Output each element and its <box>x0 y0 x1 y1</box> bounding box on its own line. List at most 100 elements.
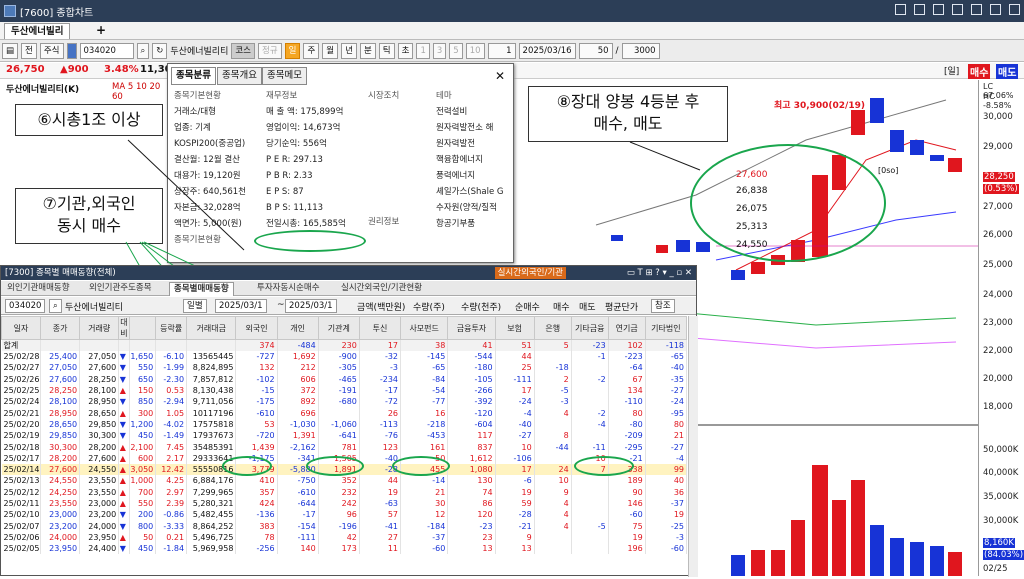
table-row[interactable]: 25/02/05 23,950 24,400 ▼ 450 -1.84 5,969,958 -2… <box>1 543 688 555</box>
table-cell: 75 <box>608 520 646 532</box>
opt-amount[interactable]: 금액(백만원) <box>357 300 405 313</box>
column-header[interactable]: 개인 <box>276 316 319 340</box>
opt-sell[interactable]: 매도 <box>579 300 596 313</box>
table-row[interactable]: 25/02/27 27,050 27,600 ▼ 550 -1.99 8,824,895 13… <box>1 362 688 374</box>
table-row[interactable]: 25/02/12 24,250 23,550 ▲ 700 2.97 7,299,965 357… <box>1 486 688 498</box>
realtime-button[interactable]: 실시간외국인/기관 <box>494 267 566 279</box>
table-cell: -610 <box>235 407 278 419</box>
table-row[interactable]: 25/02/06 24,000 23,950 ▲ 50 0.21 5,496,725 78 -1… <box>1 531 688 544</box>
table-cell: 26 <box>359 407 402 419</box>
avg-price[interactable]: 평균단가 <box>605 300 638 313</box>
table-cell: 25/02/25 <box>1 384 42 397</box>
table-cell: -3 <box>645 531 688 544</box>
column-header[interactable]: 거래량 <box>79 316 120 340</box>
column-header[interactable] <box>128 316 157 340</box>
table-cell: 9,711,056 <box>186 396 237 408</box>
table-row[interactable]: 25/02/07 23,200 24,000 ▼ 800 -3.33 8,864,252 38… <box>1 520 688 532</box>
opt-qty-k[interactable]: 수량(천주) <box>461 300 501 313</box>
start-date[interactable]: 2025/03/1 <box>215 299 267 313</box>
table-cell: -641 <box>318 430 360 442</box>
table-cell: -610 <box>277 486 319 498</box>
table-cell: 23,950 <box>79 531 120 544</box>
table-cell: 6,884,176 <box>186 475 237 487</box>
table-cell: 5,482,455 <box>186 509 237 521</box>
column-header[interactable]: 기타법인 <box>644 316 688 340</box>
table-row[interactable]: 25/02/20 28,650 29,850 ▼ 1,200 -4.02 17575818 5… <box>1 418 688 431</box>
column-header[interactable]: 대비 <box>118 316 130 340</box>
table-row[interactable]: 25/02/26 27,600 28,250 ▼ 650 -2.30 7,857,812 -1… <box>1 373 688 385</box>
column-header[interactable]: 기타금융 <box>570 316 609 340</box>
table-cell: 23,550 <box>40 497 81 510</box>
ref-button[interactable]: 참조 <box>651 299 675 313</box>
tab-leading-stocks[interactable]: 외인기관주도종목 <box>85 282 156 296</box>
table-cell: -465 <box>318 373 360 385</box>
table-row[interactable]: 25/02/25 28,250 28,100 ▲ 150 0.53 8,130,438 -15… <box>1 384 688 397</box>
table-row[interactable]: 합계 374 -484 230 17 38 41 51 5 -23 102 -118 <box>1 339 688 351</box>
opt-buy[interactable]: 매수 <box>553 300 570 313</box>
table-cell: 27,600 <box>40 463 81 476</box>
column-header[interactable]: 종가 <box>40 316 81 340</box>
tab-investor[interactable]: 투자자동시순매수 <box>253 282 324 296</box>
column-header[interactable]: 연기금 <box>607 316 646 340</box>
table-cell: -84 <box>400 373 449 385</box>
column-header[interactable]: 금융투자 <box>447 316 496 340</box>
opt-net[interactable]: 순매수 <box>515 300 540 313</box>
table-cell: 23,550 <box>79 475 120 487</box>
opt-qty[interactable]: 수량(주) <box>413 300 445 313</box>
table-cell: 17 <box>359 339 402 351</box>
table-row[interactable]: 25/02/19 29,850 30,300 ▼ 450 -1.49 17937673 -72… <box>1 430 688 442</box>
search-icon[interactable]: ⌕ <box>49 299 62 313</box>
table-cell: 35485391 <box>186 441 237 453</box>
table-cell: -644 <box>277 497 319 510</box>
table-row[interactable]: 25/02/28 25,400 27,050 ▼ 1,650 -6.10 13565445-… <box>1 351 688 363</box>
column-header[interactable]: 외국인 <box>235 316 278 340</box>
column-header[interactable]: 일자 <box>0 316 42 340</box>
table-cell: -2 <box>571 373 609 385</box>
tab-foreign-inst[interactable]: 외인기관매매동향 <box>3 282 74 296</box>
table-cell: -41 <box>359 520 402 532</box>
table-row[interactable]: 25/02/21 28,950 28,650 ▲ 300 1.05 10117196 -610… <box>1 407 688 419</box>
table-cell: 44 <box>359 475 402 487</box>
table-row[interactable]: 25/02/18 30,300 28,200 ▲ 2,100 7.45 35485391 1,… <box>1 441 688 453</box>
table-row[interactable]: 25/02/10 23,000 23,200 ▼ 200 -0.86 5,482,455 -1… <box>1 509 688 521</box>
column-header[interactable]: 사모펀드 <box>400 316 449 340</box>
tab-stock-trend[interactable]: 종목별매매동향 <box>169 282 234 296</box>
column-header[interactable]: 기관계 <box>317 316 360 340</box>
scrollbar[interactable] <box>688 316 698 577</box>
win2-controls[interactable]: ▭ T ⊞ ? ▾ _ ▫ ✕ <box>627 266 692 280</box>
period-select[interactable]: 일별 <box>183 299 207 313</box>
table-cell: 28,200 <box>40 452 81 464</box>
table-cell: -4 <box>495 407 535 419</box>
table-cell: -17 <box>277 509 319 521</box>
table-cell: 134 <box>608 384 646 397</box>
table-cell: 13 <box>495 543 535 555</box>
table-cell <box>118 339 130 351</box>
end-date[interactable]: 2025/03/1 <box>285 299 337 313</box>
table-cell: -120 <box>447 407 496 419</box>
column-header[interactable]: 투신 <box>358 316 402 340</box>
table-cell: 700 <box>129 486 157 498</box>
column-header[interactable]: 보험 <box>494 316 535 340</box>
table-cell: 19 <box>359 486 402 498</box>
table-cell: 25/02/05 <box>1 543 42 555</box>
table-cell: 24,400 <box>79 543 120 555</box>
table-cell: 24,250 <box>40 486 81 498</box>
tab-realtime[interactable]: 실시간외국인/기관현황 <box>337 282 426 296</box>
table-cell <box>534 418 572 431</box>
column-header[interactable]: 등락률 <box>155 316 188 340</box>
pension-highlight <box>574 456 634 476</box>
table-cell <box>571 384 609 397</box>
table-cell: 합계 <box>1 339 42 351</box>
table-row[interactable]: 25/02/24 28,100 28,950 ▼ 850 -2.94 9,711,056 -1… <box>1 396 688 408</box>
range-dash: ~ <box>277 300 285 310</box>
column-header[interactable]: 거래대금 <box>186 316 237 340</box>
table-cell: -1 <box>571 351 609 363</box>
inst-highlight <box>306 456 364 476</box>
table-row[interactable]: 25/02/13 24,550 23,550 ▲ 1,000 4.25 6,884,176 4… <box>1 475 688 487</box>
table-cell: 96 <box>318 509 360 521</box>
table-row[interactable]: 25/02/11 23,550 23,000 ▲ 550 2.39 5,280,321 424… <box>1 497 688 510</box>
column-header[interactable]: 은행 <box>533 316 572 340</box>
table-cell: 781 <box>318 441 360 453</box>
win2-code-input[interactable]: 034020 <box>5 299 46 313</box>
table-cell: 78 <box>235 531 278 544</box>
